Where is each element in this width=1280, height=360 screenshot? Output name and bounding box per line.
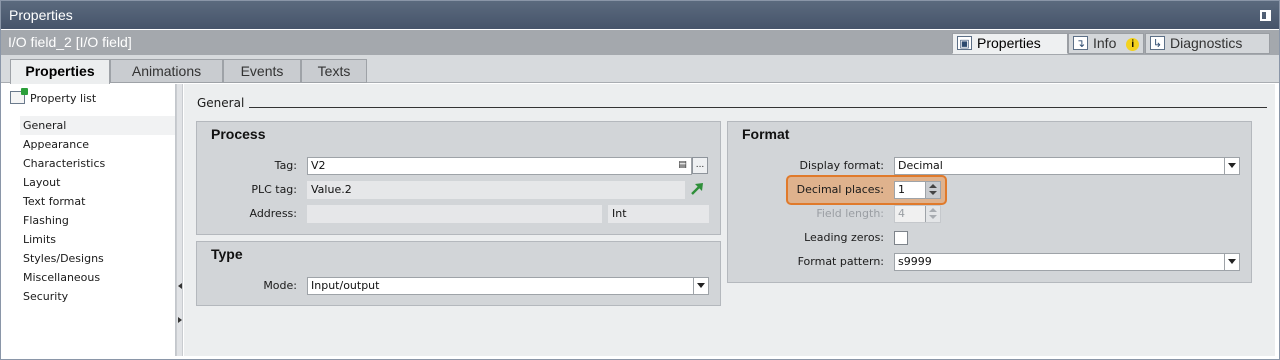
object-title: I/O field_2 [I/O field] [8,34,132,50]
format-title: Format [742,126,790,142]
info-icon: ↴ [1073,36,1088,50]
tab-texts[interactable]: Texts [301,59,367,83]
mode-label: Mode: [263,279,297,292]
nav-item-label: Characteristics [23,157,106,170]
tab-label: Properties [25,63,95,79]
info-badge-icon: i [1126,38,1140,51]
pin-icon[interactable] [1260,10,1271,21]
plc-tag-label: PLC tag: [251,183,297,196]
nav-item-label: Limits [23,233,56,246]
tag-input[interactable]: V2 [307,157,692,175]
address-type-field: Int [608,205,709,223]
section-divider [249,107,1267,108]
nav-item-characteristics[interactable]: Characteristics [20,154,175,173]
field-length-spinner [925,206,940,222]
display-format-value: Decimal [898,159,943,172]
decimal-places-label: Decimal places: [796,183,884,196]
collapse-left-icon[interactable] [178,283,182,289]
tab-label: Animations [131,63,202,79]
nav-item-layout[interactable]: Layout [20,173,175,192]
tab-info[interactable]: ↴ Info i [1068,33,1144,54]
pane-splitter[interactable] [176,84,183,356]
nav-item-security[interactable]: Security [20,287,175,306]
process-title: Process [211,126,266,142]
property-list-header[interactable]: Property list [10,88,97,105]
nav-item-limits[interactable]: Limits [20,230,175,249]
nav-item-general[interactable]: General [20,116,175,135]
nav-item-appearance[interactable]: Appearance [20,135,175,154]
nav-item-label: Security [23,290,69,303]
mode-dropdown[interactable]: Input/output [307,277,709,295]
format-pattern-value: s9999 [898,255,932,268]
chevron-down-icon[interactable] [1224,158,1239,174]
tab-properties[interactable]: Properties [10,59,110,84]
type-title: Type [211,246,243,262]
decimal-places-spinner[interactable] [925,182,940,198]
tab-label: Diagnostics [1170,35,1243,51]
address-field [307,205,602,223]
tag-list-icon[interactable]: ▤ [675,158,690,174]
chevron-down-icon[interactable] [693,278,708,294]
window-title: Properties [9,7,73,23]
decimal-places-value: 1 [898,183,905,196]
section-title: General [197,96,245,110]
chevron-down-icon[interactable] [929,191,937,195]
tab-events[interactable]: Events [223,59,301,83]
diagnostics-icon: ↳ [1150,36,1165,50]
format-pattern-label: Format pattern: [797,255,884,268]
mode-value: Input/output [311,279,380,292]
nav-item-label: Miscellaneous [23,271,101,284]
property-list-icon [10,88,28,104]
tag-browse-button[interactable]: ... [692,157,708,174]
tab-properties-inspector[interactable]: ▣ Properties [952,33,1068,54]
type-group [196,241,721,306]
tab-label: Texts [317,63,351,79]
field-length-label: Field length: [816,207,884,220]
go-to-plc-tag-icon[interactable] [690,182,704,196]
tab-label: Events [240,63,284,79]
leading-zeros-label: Leading zeros: [804,231,884,244]
expand-right-icon[interactable] [178,317,182,323]
tab-label: Info [1093,35,1117,51]
display-format-dropdown[interactable]: Decimal [894,157,1240,175]
leading-zeros-checkbox[interactable] [894,231,908,245]
tab-diagnostics[interactable]: ↳ Diagnostics [1145,33,1270,54]
chevron-down-icon [929,215,937,219]
display-format-label: Display format: [799,159,884,172]
nav-item-flashing[interactable]: Flashing [20,211,175,230]
nav-item-label: General [23,119,67,132]
nav-item-label: Flashing [23,214,69,227]
tag-label: Tag: [274,159,297,172]
address-label: Address: [249,207,297,220]
tab-animations[interactable]: Animations [110,59,223,83]
format-pattern-dropdown[interactable]: s9999 [894,253,1240,271]
nav-item-label: Layout [23,176,61,189]
nav-item-label: Text format [23,195,86,208]
nav-item-text-format[interactable]: Text format [20,192,175,211]
nav-item-label: Appearance [23,138,90,151]
plc-tag-field: Value.2 [307,181,685,199]
field-length-value: 4 [898,207,905,220]
chevron-up-icon [929,208,937,212]
window-titlebar: Properties [1,1,1279,29]
tab-label: Properties [977,35,1041,51]
properties-icon: ▣ [957,36,972,50]
property-list-label: Property list [30,92,97,105]
chevron-down-icon[interactable] [1224,254,1239,270]
nav-item-miscellaneous[interactable]: Miscellaneous [20,268,175,287]
nav-item-styles-designs[interactable]: Styles/Designs [20,249,175,268]
chevron-up-icon[interactable] [929,184,937,188]
nav-item-label: Styles/Designs [23,252,104,265]
